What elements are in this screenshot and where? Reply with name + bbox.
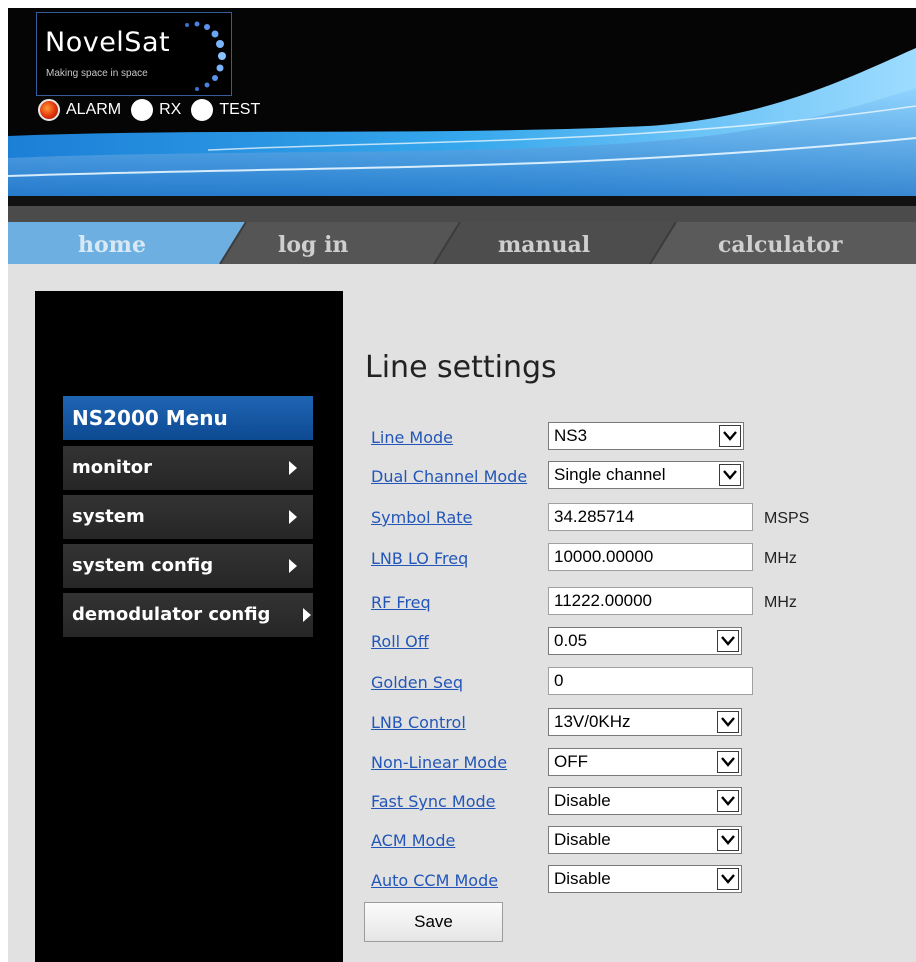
non-linear-mode-select[interactable]: OFF [548, 748, 742, 776]
rx-led-icon [131, 99, 154, 121]
auto-ccm-mode-value: Disable [554, 869, 611, 888]
auto-ccm-mode-label[interactable]: Auto CCM Mode [371, 871, 498, 890]
nav-home[interactable]: home [78, 230, 146, 260]
acm-mode-value: Disable [554, 830, 611, 849]
chevron-right-icon [289, 461, 297, 475]
non-linear-mode-value: OFF [554, 752, 588, 771]
fast-sync-mode-value: Disable [554, 791, 611, 810]
nav-log-in[interactable]: log in [278, 230, 348, 260]
acm-mode-select[interactable]: Disable [548, 826, 742, 854]
chevron-down-icon[interactable] [717, 790, 739, 812]
dual-channel-mode-select[interactable]: Single channel [548, 461, 744, 489]
acm-mode-label[interactable]: ACM Mode [371, 831, 455, 850]
sidebar-item-demodulator-config[interactable]: demodulator config [63, 593, 313, 637]
page-title: Line settings [365, 350, 557, 385]
roll-off-label[interactable]: Roll Off [371, 632, 429, 651]
roll-off-select[interactable]: 0.05 [548, 627, 742, 655]
sidebar-item-label: monitor [72, 457, 152, 478]
lnb-control-select[interactable]: 13V/0KHz [548, 708, 742, 736]
golden-seq-label[interactable]: Golden Seq [371, 673, 463, 692]
sidebar-item-label: system config [72, 555, 214, 576]
rf-freq-unit: MHz [764, 594, 797, 611]
test-label: TEST [219, 101, 261, 118]
chevron-down-icon[interactable] [717, 868, 739, 890]
chevron-down-icon[interactable] [717, 751, 739, 773]
lnb-lo-freq-input[interactable]: 10000.00000 [548, 543, 753, 571]
fast-sync-mode-select[interactable]: Disable [548, 787, 742, 815]
chevron-down-icon[interactable] [717, 829, 739, 851]
golden-seq-input[interactable]: 0 [548, 667, 753, 695]
chevron-right-icon [303, 608, 311, 622]
alarm-led-icon [38, 99, 60, 121]
sidebar-item-system[interactable]: system [63, 495, 313, 539]
rx-label: RX [159, 101, 182, 118]
nav-calculator[interactable]: calculator [718, 230, 842, 260]
symbol-rate-label[interactable]: Symbol Rate [371, 508, 472, 527]
status-indicators: ALARM RX TEST [38, 98, 270, 122]
novelsat-logo: NovelSat Making space in space [36, 12, 232, 96]
chevron-right-icon [289, 510, 297, 524]
rf-freq-input[interactable]: 11222.00000 [548, 587, 753, 615]
save-button[interactable]: Save [364, 902, 503, 942]
lnb-control-label[interactable]: LNB Control [371, 713, 466, 732]
logo-orbit-dots-icon [185, 21, 226, 91]
non-linear-mode-label[interactable]: Non-Linear Mode [371, 753, 507, 772]
symbol-rate-input[interactable]: 34.285714 [548, 503, 753, 531]
sidebar-item-label: system [72, 506, 145, 527]
roll-off-value: 0.05 [554, 631, 588, 650]
sidebar-menu-title: NS2000 Menu [63, 396, 313, 440]
lnb-lo-freq-label[interactable]: LNB LO Freq [371, 549, 468, 568]
alarm-label: ALARM [66, 101, 122, 118]
top-nav: home log in manual calculator [8, 222, 916, 264]
chevron-down-icon[interactable] [717, 630, 739, 652]
symbol-rate-unit: MSPS [764, 510, 810, 527]
nav-manual[interactable]: manual [498, 230, 590, 260]
dual-channel-mode-label[interactable]: Dual Channel Mode [371, 467, 527, 486]
auto-ccm-mode-select[interactable]: Disable [548, 865, 742, 893]
chevron-down-icon[interactable] [719, 425, 741, 447]
sidebar-item-monitor[interactable]: monitor [63, 446, 313, 490]
lnb-control-value: 13V/0KHz [554, 712, 631, 731]
line-mode-value: NS3 [554, 426, 588, 445]
logo-text: NovelSat [45, 27, 171, 58]
dual-channel-mode-value: Single channel [554, 465, 666, 484]
chevron-down-icon[interactable] [719, 464, 741, 486]
line-mode-select[interactable]: NS3 [548, 422, 744, 450]
chevron-down-icon[interactable] [717, 711, 739, 733]
lnb-lo-freq-unit: MHz [764, 550, 797, 567]
test-led-icon [191, 99, 214, 121]
logo-tagline: Making space in space [46, 68, 148, 79]
sidebar-item-system-config[interactable]: system config [63, 544, 313, 588]
rf-freq-label[interactable]: RF Freq [371, 593, 431, 612]
chevron-right-icon [289, 559, 297, 573]
header-banner: NovelSat Making space in space ALARM RX … [8, 8, 916, 208]
nav-top-strip [8, 206, 916, 222]
sidebar-item-label: demodulator config [72, 604, 271, 625]
line-mode-label[interactable]: Line Mode [371, 428, 453, 447]
fast-sync-mode-label[interactable]: Fast Sync Mode [371, 792, 495, 811]
